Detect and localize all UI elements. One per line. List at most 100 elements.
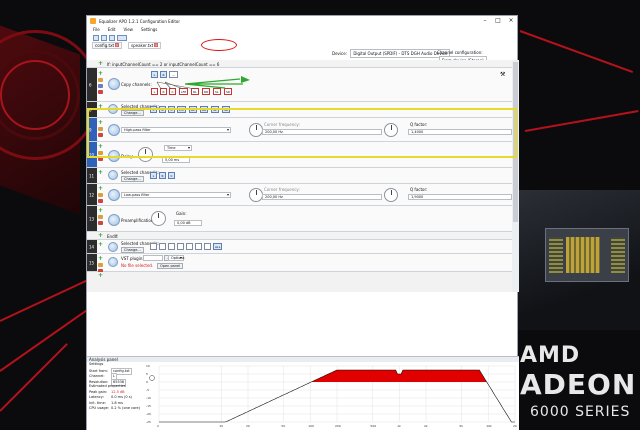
q-factor-dial[interactable]	[384, 188, 398, 202]
delay-row[interactable]: 10 + Delay: Time 5,00 ms	[87, 142, 512, 168]
high-pass-filter-row[interactable]: 9 + High-pass filter Corner frequency: 2…	[87, 118, 512, 142]
vst-options-select[interactable]: Options	[168, 255, 185, 261]
add-filter-icon[interactable]: +	[98, 242, 105, 248]
channel-r[interactable]: R	[159, 172, 166, 179]
condition-row[interactable]: + If: inputChannelCount == 2 or inputCha…	[87, 60, 512, 68]
channel-slot[interactable]	[150, 243, 157, 250]
channel-slot[interactable]	[168, 243, 175, 250]
change-channels-button[interactable]: Change...	[121, 110, 144, 116]
device-label: Device:	[332, 51, 348, 56]
selected-channels-row-2[interactable]: 11 + Selected channels: Change... L R C	[87, 168, 512, 184]
new-file-icon[interactable]	[93, 34, 99, 41]
add-filter-icon[interactable]: +	[98, 170, 105, 176]
add-filter-icon[interactable]: +	[98, 144, 105, 150]
channel-l[interactable]: L	[150, 172, 157, 179]
edit-icon[interactable]	[98, 215, 103, 219]
open-file-icon[interactable]	[101, 34, 107, 41]
tab-config[interactable]: config.txt ×	[92, 41, 123, 49]
channel-c[interactable]: C	[168, 106, 175, 113]
endif-row[interactable]: + EndIf:	[87, 232, 512, 240]
remove-icon[interactable]	[98, 199, 103, 203]
channel-rr[interactable]: RR	[200, 106, 209, 113]
q-factor-dial[interactable]	[384, 123, 398, 137]
remove-icon[interactable]	[98, 157, 103, 161]
save-icon[interactable]	[109, 34, 115, 41]
selected-channels-row-1[interactable]: 8 + Selected channels: Change... L R C L…	[87, 102, 512, 118]
wrench-icon[interactable]: ⚒	[500, 71, 505, 78]
menu-edit[interactable]: Edit	[108, 26, 116, 33]
device-select[interactable]: Digital Output (SPDIF) - DTS DGH Audio D…	[350, 49, 451, 58]
frequency-dial[interactable]	[249, 188, 263, 202]
close-icon[interactable]: ×	[505, 16, 517, 26]
preamp-row[interactable]: 13 + Preamplification: Gain: 0,00 dB	[87, 206, 512, 232]
edit-icon[interactable]	[98, 263, 103, 267]
add-filter-icon[interactable]: +	[98, 120, 105, 126]
channel-rl[interactable]: RL	[189, 106, 197, 113]
delay-dial[interactable]	[138, 147, 153, 162]
q-factor-field[interactable]: 1,4000	[408, 129, 512, 135]
vst-plugin-row[interactable]: 15 + VST plugin: … Options No file selec…	[87, 254, 512, 273]
edit-icon[interactable]	[98, 127, 103, 131]
channel-slot[interactable]	[186, 243, 193, 250]
open-panel-button[interactable]: Open panel	[157, 263, 184, 269]
channel-all[interactable]: ALL	[213, 243, 223, 250]
edit-icon[interactable]	[98, 78, 103, 82]
q-factor-field[interactable]: 1,9000	[408, 194, 512, 200]
add-filter-icon[interactable]: +	[98, 208, 105, 214]
corner-frequency-field[interactable]: 200,00 Hz	[262, 194, 382, 200]
gain-dial[interactable]	[151, 211, 166, 226]
vst-file-field[interactable]	[143, 255, 163, 261]
channel-r[interactable]: R	[159, 106, 166, 113]
frequency-dial[interactable]	[249, 123, 263, 137]
minimize-icon[interactable]: –	[479, 16, 491, 26]
corner-frequency-field[interactable]: 200,00 Hz	[262, 129, 382, 135]
low-pass-filter-row[interactable]: 12 + Low-pass filter Corner frequency: 2…	[87, 184, 512, 206]
delay-unit-select[interactable]: Time	[164, 145, 192, 151]
add-filter-icon[interactable]: +	[98, 186, 105, 192]
maximize-icon[interactable]: □	[492, 16, 504, 26]
add-filter-icon[interactable]: +	[98, 61, 105, 67]
channel-lfe[interactable]: LFE	[177, 106, 187, 113]
frequency-response-graph[interactable]: 1050-5-10-15-20-25 2 10 20 50 100 200 500 1k 2k 5…	[145, 364, 517, 429]
copy-channels-row[interactable]: 6 + Copy channels: L R — L R C LFE RL RR…	[87, 68, 512, 102]
selected-channels-row-3[interactable]: 14 + Selected channels: Change... ALL	[87, 240, 512, 254]
edit-icon[interactable]	[98, 193, 103, 197]
add-filter-icon[interactable]: +	[98, 233, 105, 239]
channel-c[interactable]: C	[168, 172, 175, 179]
remove-icon[interactable]	[98, 221, 103, 225]
tab-speaker[interactable]: speaker.txt ×	[128, 41, 162, 49]
q-factor-label: Q factor:	[410, 122, 428, 127]
channel-sl[interactable]: SL	[211, 106, 219, 113]
scrollbar-thumb[interactable]	[513, 62, 518, 222]
add-filter-icon[interactable]: +	[98, 104, 105, 110]
save-as-icon[interactable]	[117, 34, 127, 41]
change-channels-button[interactable]: Change...	[121, 247, 144, 253]
remove-icon[interactable]	[98, 133, 103, 137]
change-channels-button[interactable]: Change...	[121, 176, 144, 182]
menu-file[interactable]: File	[93, 26, 100, 33]
channel-slot[interactable]	[159, 243, 166, 250]
vertical-scrollbar[interactable]	[512, 60, 519, 292]
menu-settings[interactable]: Settings	[141, 26, 157, 33]
channel-slot[interactable]	[177, 243, 184, 250]
channel-slot[interactable]	[195, 243, 202, 250]
tab-speaker-label: speaker.txt	[131, 42, 154, 48]
edit-icon[interactable]	[98, 151, 103, 155]
channel-slot[interactable]	[204, 243, 211, 250]
filter-type-select[interactable]: High-pass filter	[121, 127, 231, 133]
title-bar[interactable]: Equalizer APO 1.2.1 Configuration Editor…	[87, 16, 517, 26]
add-filter-icon[interactable]: +	[98, 256, 105, 262]
series-text: 6000 SERIES	[530, 404, 631, 420]
gain-field[interactable]: 0,00 dB	[174, 220, 202, 226]
channel-sr[interactable]: SR	[222, 106, 230, 113]
toggle-icon[interactable]	[98, 84, 103, 88]
add-filter-icon[interactable]: +	[98, 273, 105, 279]
channel-l[interactable]: L	[150, 106, 157, 113]
remove-icon[interactable]	[98, 90, 103, 94]
menu-view[interactable]: View	[123, 26, 133, 33]
close-tab-icon[interactable]: ×	[154, 43, 159, 47]
filter-type-select[interactable]: Low-pass filter	[121, 192, 231, 198]
add-filter-icon[interactable]: +	[98, 71, 105, 77]
delay-value-field[interactable]: 5,00 ms	[162, 157, 190, 163]
close-tab-icon[interactable]: ×	[115, 43, 120, 47]
